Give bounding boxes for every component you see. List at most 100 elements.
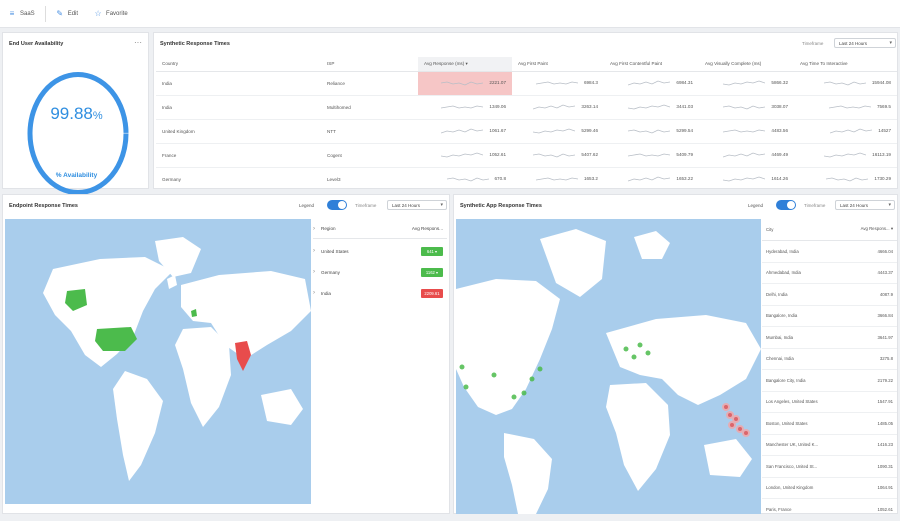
col-isp[interactable]: ISP (321, 57, 418, 72)
table-row[interactable]: Germany Level3 670.8 1653.2 1653.22 1614.26 17… (156, 167, 897, 188)
col-visually-complete[interactable]: Avg Visually Complete (ms) (699, 57, 794, 72)
list-item[interactable]: Paris, France 1052.61 (762, 499, 897, 521)
sparkline (826, 177, 869, 182)
col-region[interactable]: Region (321, 226, 336, 231)
col-country[interactable]: Country (156, 57, 321, 72)
region-table-header: › Region Avg Respons... (313, 219, 447, 239)
map-marker[interactable] (728, 421, 736, 429)
city-value: 3641.97 (877, 334, 893, 340)
sparkline (533, 104, 576, 110)
map-marker[interactable] (537, 366, 543, 372)
list-item[interactable]: London, United Kingdom 1064.91 (762, 478, 897, 499)
availability-panel: End User Availability ··· 99.88% % Avail… (2, 32, 149, 195)
cell-value: 1349.06 (489, 104, 506, 110)
map-marker[interactable] (732, 415, 740, 423)
app-world-map[interactable] (456, 219, 761, 514)
cell-tti: 14527 (794, 119, 897, 144)
map-marker[interactable] (623, 346, 629, 352)
city-value: 1064.91 (877, 485, 893, 491)
cell-first-paint: 5299.46 (512, 119, 604, 144)
map-marker[interactable] (637, 342, 643, 348)
col-avg-response[interactable]: Avg Respons... ▾ (861, 226, 893, 232)
list-item[interactable]: Boston, United States 1485.05 (762, 413, 897, 435)
timeframe-select[interactable]: Last 24 Hours (835, 200, 895, 210)
cell-value: 1653.22 (676, 176, 693, 182)
list-item[interactable]: Ahmedabad, India 4443.37 (762, 263, 897, 284)
app-menu[interactable]: ≡ SaaS (0, 0, 43, 27)
list-item[interactable]: Chennai, India 3275.8 (762, 349, 897, 370)
legend-toggle[interactable] (327, 200, 347, 210)
cell-value: 5866.32 (771, 80, 788, 86)
chevron-right-icon[interactable]: › (313, 290, 321, 296)
sparkline (828, 105, 871, 109)
map-marker[interactable] (491, 372, 497, 378)
map-marker[interactable] (511, 394, 517, 400)
region-name: Germany (321, 269, 340, 275)
cell-value: 3038.07 (771, 104, 788, 110)
map-marker[interactable] (742, 429, 750, 437)
col-first-paint[interactable]: Avg First Paint (512, 57, 604, 72)
list-item[interactable]: Hyderabad, India 4666.04 (762, 241, 897, 263)
col-avg-response[interactable]: Avg Respons... (412, 226, 443, 231)
list-item[interactable]: Bangalore, India 3666.84 (762, 306, 897, 327)
map-marker[interactable] (459, 364, 465, 370)
cell-value: 6984.3 (583, 80, 598, 86)
map-marker[interactable] (645, 350, 651, 356)
table-row[interactable]: United Kingdom NTT 1061.67 5299.46 5299.54 44… (156, 119, 897, 144)
list-item[interactable]: Bangalore City, India 2179.22 (762, 370, 897, 392)
edit-button[interactable]: ✎ Edit (48, 0, 86, 27)
city-name: San Francisco, United St... (766, 463, 818, 469)
timeframe-select[interactable]: Last 24 Hours (387, 200, 447, 210)
map-marker[interactable] (722, 403, 730, 411)
map-marker[interactable] (736, 425, 744, 433)
timeframe-select[interactable]: Last 24 Hours (834, 38, 896, 48)
cell-isp: Level3 (321, 167, 418, 188)
list-item[interactable]: San Francisco, United St... 1090.31 (762, 456, 897, 478)
map-marker[interactable] (529, 376, 535, 382)
list-item[interactable]: Mumbai, India 3641.97 (762, 327, 897, 349)
app-name: SaaS (20, 10, 35, 17)
cell-value: 5407.62 (581, 152, 598, 158)
map-marker[interactable] (726, 411, 734, 419)
sparkline (446, 177, 489, 182)
sparkline (533, 153, 576, 158)
timeframe-value: Last 24 Hours (840, 203, 869, 208)
table-row[interactable]: India Reliance 2221.07 6984.3 6984.31 5866.32… (156, 71, 897, 96)
region-row[interactable]: › India 2209.61 (313, 283, 447, 303)
list-item[interactable]: Delhi, India 4087.9 (762, 284, 897, 306)
col-tti[interactable]: Avg Time To Interactive (794, 57, 897, 72)
region-row[interactable]: › Germany 1162 ▾ (313, 262, 447, 282)
col-fcp[interactable]: Avg First Contentful Paint (604, 57, 699, 72)
col-city[interactable]: City (766, 227, 773, 232)
app-title: Synthetic App Response Times (460, 203, 542, 209)
endpoint-world-map[interactable] (5, 219, 311, 504)
legend-toggle[interactable] (776, 200, 796, 210)
city-value: 3666.84 (877, 313, 893, 319)
cell-value: 5299.46 (581, 128, 598, 134)
chevron-right-icon[interactable]: › (313, 248, 321, 254)
cell-country: India (156, 95, 321, 120)
region-row[interactable]: › United States 641 ▾ (313, 241, 447, 261)
cell-avg-response: 1061.67 (418, 119, 512, 144)
map-marker[interactable] (521, 390, 527, 396)
table-row[interactable]: France Cogent 1052.61 5407.62 5409.79 4469.49… (156, 143, 897, 168)
cell-tti: 16113.19 (794, 143, 897, 168)
list-item[interactable]: Manchester UK, United K... 1416.23 (762, 435, 897, 456)
list-item[interactable]: Los Angeles, United States 1547.91 (762, 392, 897, 413)
region-united-states-marker[interactable] (95, 327, 137, 351)
city-value: 2179.22 (877, 377, 893, 383)
cell-fcp: 3441.03 (604, 95, 699, 120)
map-marker[interactable] (463, 384, 469, 390)
more-icon[interactable]: ··· (134, 38, 142, 47)
sparkline (723, 176, 766, 182)
table-row[interactable]: India Multihomed 1349.06 3263.14 3441.03 3038… (156, 95, 897, 120)
col-avg-response[interactable]: Avg Response (ms) ▾ (418, 57, 512, 72)
sparkline (628, 129, 671, 134)
favorite-button[interactable]: ☆ Favorite (86, 0, 136, 27)
cell-value: 2221.07 (489, 80, 506, 86)
map-marker[interactable] (631, 354, 637, 360)
sparkline (823, 81, 866, 86)
chevron-right-icon[interactable]: › (313, 269, 321, 275)
city-name: Manchester UK, United K... (766, 442, 819, 448)
cell-value: 1052.61 (489, 152, 506, 158)
